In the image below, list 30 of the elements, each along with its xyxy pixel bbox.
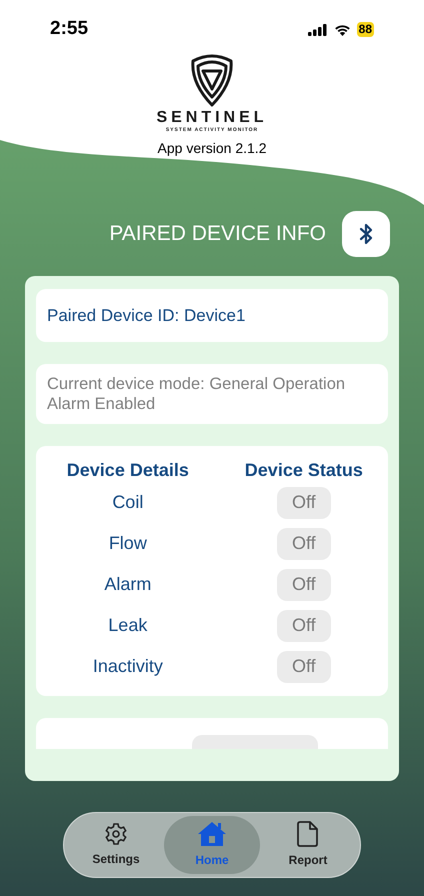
detail-name: Inactivity — [92, 655, 164, 678]
document-icon — [297, 821, 319, 847]
wifi-icon — [334, 24, 351, 36]
status-pill: Off — [276, 528, 331, 560]
tab[interactable]: Report — [260, 816, 356, 874]
detail-name: Coil — [111, 491, 144, 514]
battery-level: 88 — [356, 22, 374, 37]
status-pill: Off — [276, 650, 331, 682]
app-version: App version 2.1.2 — [158, 139, 266, 157]
status-pill: Off — [276, 610, 331, 642]
bluetooth-button[interactable] — [342, 211, 390, 257]
detail-name: Leak — [107, 614, 148, 637]
device-mode-text: Current device mode: General Operation — [47, 374, 346, 394]
tab[interactable]: Settings — [68, 816, 164, 874]
section-title: PAIRED DEVICE INFO — [109, 221, 326, 248]
brand-name: SENTINEL — [156, 109, 268, 127]
column-header: Device Status — [244, 458, 364, 482]
shield-logo-icon — [189, 53, 235, 107]
gear-icon — [104, 822, 128, 846]
alarm-mode-text: Alarm Enabled — [47, 394, 156, 414]
paired-device-id: Paired Device ID: Device1 — [47, 304, 246, 327]
detail-name: Alarm — [103, 573, 152, 596]
detail-name: Flow — [108, 532, 148, 555]
home-icon — [197, 821, 227, 847]
signal-icon — [308, 24, 328, 36]
bluetooth-icon — [359, 223, 373, 245]
column-header: Device Details — [66, 458, 190, 482]
status-pill: Off — [276, 486, 331, 518]
status-time: 2:55 — [50, 17, 88, 42]
status-pill: Off — [276, 568, 331, 600]
